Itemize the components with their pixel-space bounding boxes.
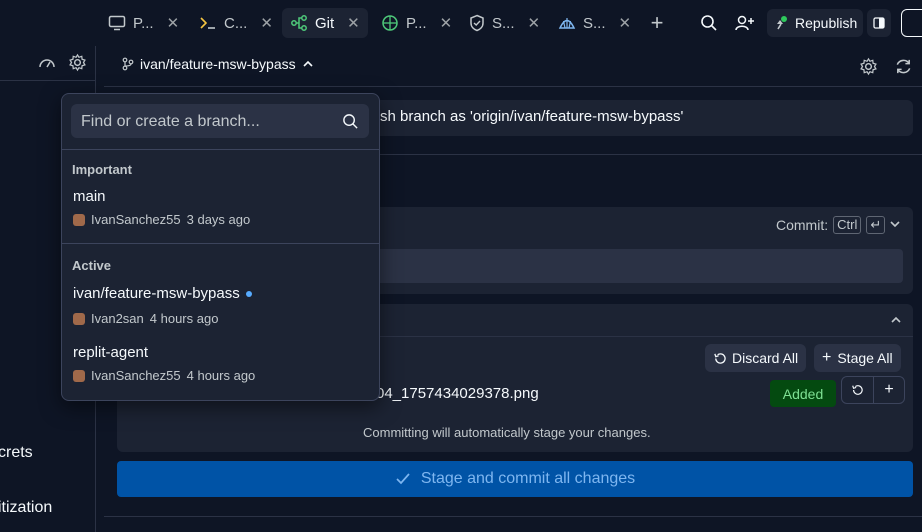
branch-meta: Ivan2san 4 hours ago (73, 311, 218, 326)
layout-toggle-button[interactable] (867, 9, 891, 37)
chevron-down-icon[interactable] (889, 219, 901, 229)
gear-icon[interactable] (68, 53, 87, 72)
stage-all-button[interactable]: + Stage All (814, 344, 901, 372)
stage-and-commit-button[interactable]: Stage and commit all changes (117, 461, 913, 497)
stage-all-label: Stage All (837, 350, 893, 366)
branch-meta: IvanSanchez55 4 hours ago (73, 368, 255, 383)
branch-dropdown: Important main IvanSanchez55 3 days ago … (61, 93, 380, 401)
commit-button-label: Stage and commit all changes (420, 470, 636, 487)
tab-label: C... (224, 14, 248, 32)
git-header: ivan/feature-msw-bypass (104, 46, 922, 87)
branch-item-current[interactable]: ivan/feature-msw-bypass (73, 285, 252, 302)
banner-text: sh branch as 'origin/ivan/feature-msw-by… (380, 108, 684, 125)
enter-key-icon: ↵ (866, 216, 886, 234)
chevron-up-icon[interactable] (890, 315, 902, 325)
discard-all-button[interactable]: Discard All (705, 344, 807, 372)
branch-search (71, 104, 369, 140)
tab-label: S... (583, 14, 606, 32)
branch-meta: IvanSanchez55 3 days ago (73, 212, 250, 227)
avatar (73, 213, 85, 226)
tab-label: P... (406, 14, 427, 32)
stage-file-plus-icon[interactable]: + (874, 377, 904, 403)
branch-time: 4 hours ago (149, 311, 219, 326)
deploy-icon (775, 15, 789, 31)
top-tab-bar: P... ✕ C... ✕ Git ✕ P... ✕ S... ✕ S... ✕… (0, 0, 922, 46)
discard-file-undo-icon[interactable] (842, 377, 874, 403)
checkmark-icon (395, 472, 411, 486)
branch-author: IvanSanchez55 (91, 368, 181, 383)
window-icon[interactable] (901, 9, 922, 37)
commit-label: Commit: (776, 217, 829, 233)
tab-git[interactable]: Git ✕ (282, 8, 368, 38)
branch-author: Ivan2san (91, 311, 144, 326)
close-icon[interactable]: ✕ (528, 14, 541, 32)
file-actions: + (841, 376, 905, 404)
sidebar-item-secrets[interactable]: crets (0, 444, 33, 462)
speedometer-icon[interactable] (38, 55, 56, 71)
ctrl-key: Ctrl (833, 216, 862, 234)
tab-shell[interactable]: S... ✕ (558, 8, 631, 38)
changed-file-name[interactable]: 04_1757434029378.png (376, 385, 539, 402)
monitor-icon (108, 15, 126, 31)
divider (104, 516, 922, 517)
added-status-badge: Added (770, 380, 836, 407)
active-section-title: Active (72, 258, 112, 273)
globe-icon (381, 14, 399, 32)
close-icon[interactable]: ✕ (619, 14, 632, 32)
tab-label: P... (133, 14, 154, 32)
branch-item-replit-agent[interactable]: replit-agent (73, 344, 148, 361)
plus-icon: + (822, 349, 832, 366)
sidebar-item-monetization[interactable]: itization (0, 499, 52, 517)
shell-icon (558, 15, 576, 31)
git-icon (290, 15, 308, 31)
avatar (73, 312, 85, 325)
close-icon[interactable]: ✕ (347, 14, 360, 32)
panel-icon (873, 17, 885, 29)
terminal-icon (199, 15, 217, 31)
commit-hint: Committing will automatically stage your… (363, 425, 651, 440)
divider (62, 149, 379, 150)
branch-selector-button[interactable]: ivan/feature-msw-bypass (122, 56, 314, 72)
current-branch-label: ivan/feature-msw-bypass (140, 56, 296, 72)
republish-label: Republish (795, 15, 858, 31)
tab-security[interactable]: S... ✕ (469, 8, 540, 38)
commit-shortcut: Commit: Ctrl ↵ (776, 216, 886, 234)
branch-icon (122, 57, 134, 71)
invite-user-icon[interactable] (735, 14, 755, 32)
close-icon[interactable]: ✕ (440, 14, 453, 32)
divider (62, 243, 379, 244)
search-icon (342, 113, 359, 130)
search-icon[interactable] (700, 14, 718, 32)
chevron-up-icon (302, 59, 314, 69)
undo-icon (713, 352, 726, 365)
new-tab-plus-icon[interactable]: + (648, 12, 666, 34)
tab-packages[interactable]: P... ✕ (381, 8, 452, 38)
important-section-title: Important (72, 162, 132, 177)
branch-time: 3 days ago (186, 212, 251, 227)
tab-label: Git (315, 14, 335, 32)
republish-button[interactable]: Republish (767, 9, 863, 37)
shield-icon (469, 14, 485, 32)
close-icon[interactable]: ✕ (167, 14, 180, 32)
branch-search-input[interactable] (71, 104, 343, 140)
branch-time: 4 hours ago (186, 368, 256, 383)
branch-author: IvanSanchez55 (91, 212, 181, 227)
discard-all-label: Discard All (732, 350, 799, 366)
tab-preview[interactable]: P... ✕ (108, 8, 179, 38)
current-branch-dot-icon (245, 290, 252, 297)
settings-gear-icon[interactable] (859, 57, 878, 76)
refresh-icon[interactable] (894, 57, 913, 76)
branch-item-main[interactable]: main (73, 188, 106, 205)
tab-console[interactable]: C... ✕ (199, 8, 273, 38)
tab-label: S... (492, 14, 515, 32)
branch-name: ivan/feature-msw-bypass (73, 285, 240, 302)
sidebar-header (0, 46, 95, 81)
close-icon[interactable]: ✕ (260, 14, 273, 32)
avatar (73, 369, 85, 382)
